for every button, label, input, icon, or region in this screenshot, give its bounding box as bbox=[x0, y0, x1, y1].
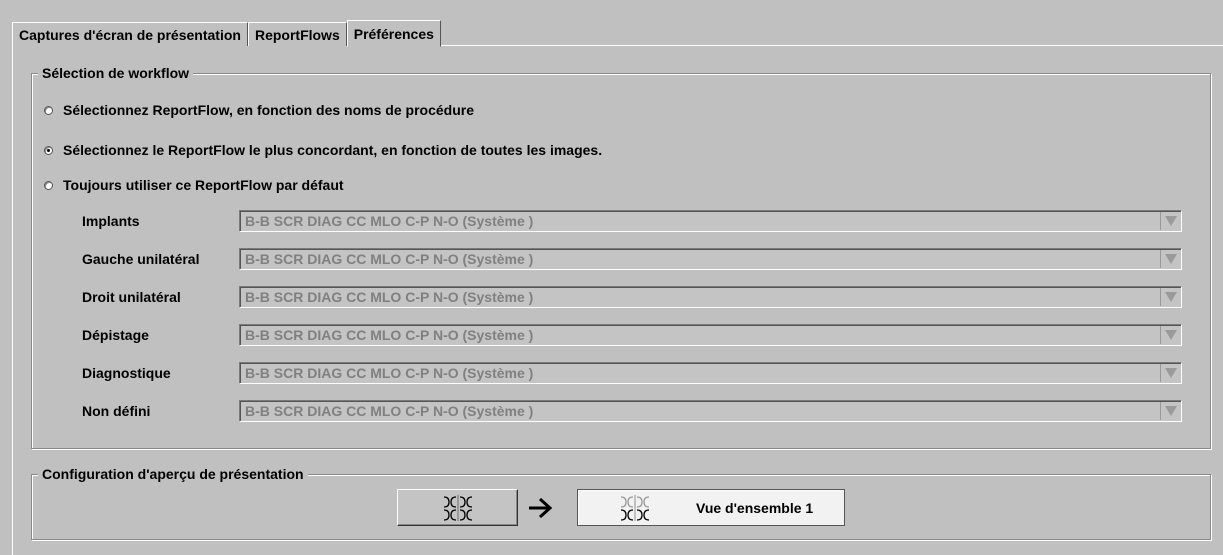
default-label-undefined: Non défini bbox=[82, 403, 151, 419]
preview-source-button[interactable] bbox=[397, 489, 518, 526]
right-arrow-icon bbox=[529, 497, 553, 519]
breast-layout-icon bbox=[620, 494, 650, 521]
select-left-unilateral[interactable]: B-B SCR DIAG CC MLO C-P N-O (Système ) bbox=[239, 248, 1182, 270]
tab-preferences[interactable]: Préférences bbox=[346, 20, 441, 47]
dropdown-arrow-icon[interactable] bbox=[1160, 288, 1180, 306]
select-implants[interactable]: B-B SCR DIAG CC MLO C-P N-O (Système ) bbox=[239, 210, 1182, 232]
dropdown-arrow-icon[interactable] bbox=[1160, 364, 1180, 382]
dropdown-arrow-icon[interactable] bbox=[1160, 326, 1180, 344]
radio-button[interactable] bbox=[44, 180, 53, 190]
select-diagnostic[interactable]: B-B SCR DIAG CC MLO C-P N-O (Système ) bbox=[239, 362, 1182, 384]
default-label-implants: Implants bbox=[82, 213, 140, 229]
default-label-screening: Dépistage bbox=[82, 327, 149, 343]
default-row-left-unilateral: Gauche unilatéral B-B SCR DIAG CC MLO C-… bbox=[82, 248, 1182, 270]
default-row-undefined: Non défini B-B SCR DIAG CC MLO C-P N-O (… bbox=[82, 400, 1182, 422]
preview-target-button[interactable]: Vue d'ensemble 1 bbox=[577, 489, 845, 526]
tab-reportflows[interactable]: ReportFlows bbox=[247, 22, 347, 46]
select-right-unilateral[interactable]: B-B SCR DIAG CC MLO C-P N-O (Système ) bbox=[239, 286, 1182, 308]
select-screening[interactable]: B-B SCR DIAG CC MLO C-P N-O (Système ) bbox=[239, 324, 1182, 346]
select-value: B-B SCR DIAG CC MLO C-P N-O (Système ) bbox=[245, 365, 534, 381]
default-row-implants: Implants B-B SCR DIAG CC MLO C-P N-O (Sy… bbox=[82, 210, 1182, 232]
default-row-diagnostic: Diagnostique B-B SCR DIAG CC MLO C-P N-O… bbox=[82, 362, 1182, 384]
tab-captures[interactable]: Captures d'écran de présentation bbox=[12, 22, 248, 46]
radio-label: Toujours utiliser ce ReportFlow par défa… bbox=[63, 177, 344, 193]
preview-group-title: Configuration d'aperçu de présentation bbox=[38, 466, 308, 482]
radio-procedure-names[interactable]: Sélectionnez ReportFlow, en fonction des… bbox=[44, 102, 474, 118]
radio-button[interactable] bbox=[44, 105, 53, 115]
default-label-diagnostic: Diagnostique bbox=[82, 365, 171, 381]
select-value: B-B SCR DIAG CC MLO C-P N-O (Système ) bbox=[245, 251, 534, 267]
breast-layout-icon bbox=[443, 494, 472, 521]
workflow-group-title: Sélection de workflow bbox=[38, 65, 194, 81]
default-label-left-unilateral: Gauche unilatéral bbox=[82, 251, 200, 267]
radio-always-default[interactable]: Toujours utiliser ce ReportFlow par défa… bbox=[44, 177, 344, 193]
preview-target-label: Vue d'ensemble 1 bbox=[696, 499, 814, 516]
default-row-screening: Dépistage B-B SCR DIAG CC MLO C-P N-O (S… bbox=[82, 324, 1182, 346]
select-value: B-B SCR DIAG CC MLO C-P N-O (Système ) bbox=[245, 213, 534, 229]
default-row-right-unilateral: Droit unilatéral B-B SCR DIAG CC MLO C-P… bbox=[82, 286, 1182, 308]
select-value: B-B SCR DIAG CC MLO C-P N-O (Système ) bbox=[245, 327, 534, 343]
radio-label: Sélectionnez le ReportFlow le plus conco… bbox=[63, 142, 603, 158]
select-undefined[interactable]: B-B SCR DIAG CC MLO C-P N-O (Système ) bbox=[239, 400, 1182, 422]
radio-button-checked[interactable] bbox=[44, 145, 53, 155]
default-label-right-unilateral: Droit unilatéral bbox=[82, 289, 181, 305]
dropdown-arrow-icon[interactable] bbox=[1160, 250, 1180, 268]
radio-label: Sélectionnez ReportFlow, en fonction des… bbox=[63, 102, 474, 118]
radio-best-match[interactable]: Sélectionnez le ReportFlow le plus conco… bbox=[44, 142, 602, 158]
select-value: B-B SCR DIAG CC MLO C-P N-O (Système ) bbox=[245, 403, 534, 419]
dropdown-arrow-icon[interactable] bbox=[1160, 212, 1180, 230]
select-value: B-B SCR DIAG CC MLO C-P N-O (Système ) bbox=[245, 289, 534, 305]
dropdown-arrow-icon[interactable] bbox=[1160, 402, 1180, 420]
tab-bar: Captures d'écran de présentation ReportF… bbox=[12, 20, 441, 47]
